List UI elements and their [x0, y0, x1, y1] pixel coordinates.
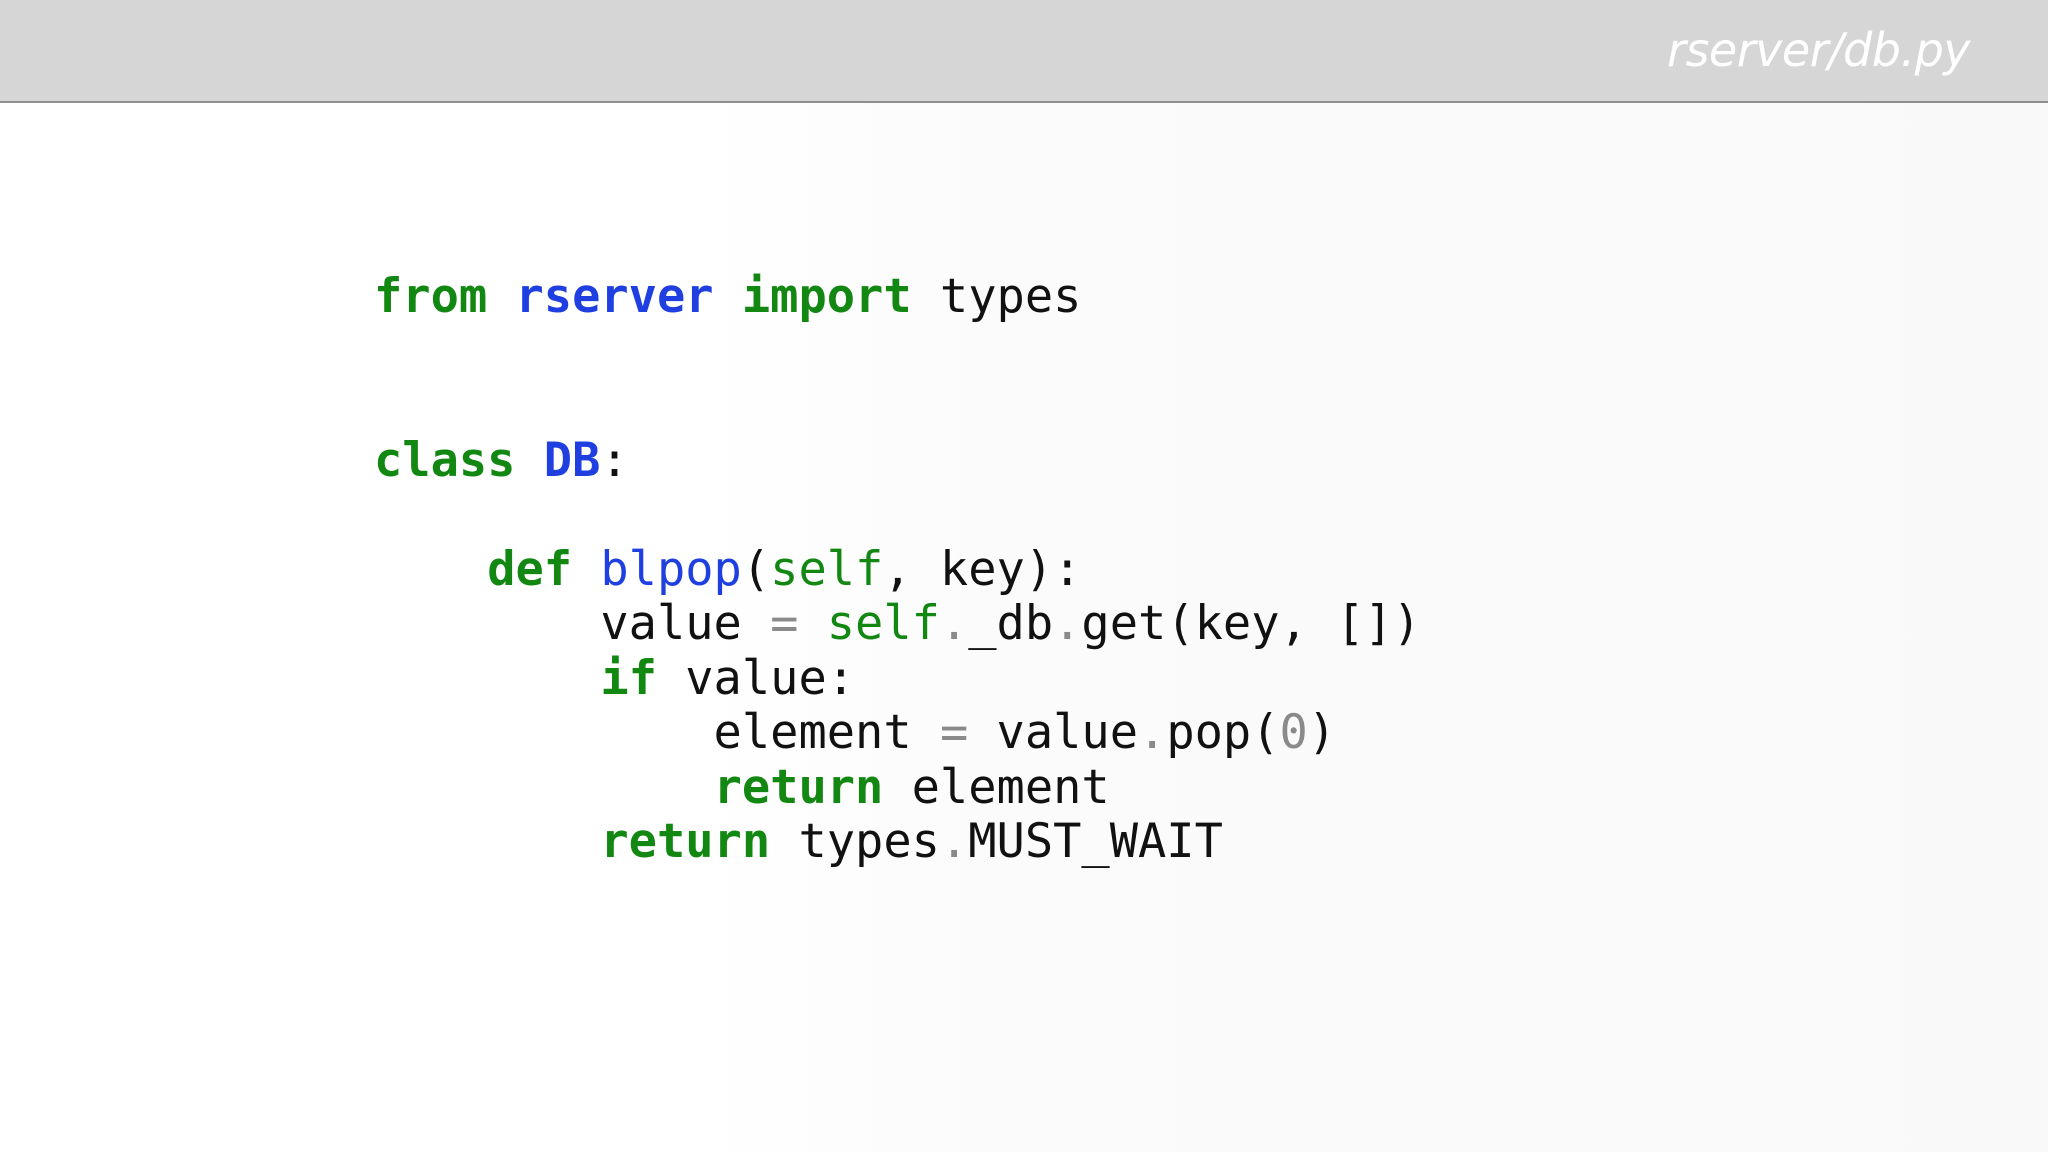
code-token: _db	[968, 596, 1054, 651]
code-token: .	[1138, 705, 1167, 760]
code-token: def	[487, 541, 573, 597]
code-token: (	[741, 541, 771, 597]
code-token: value	[374, 596, 771, 651]
code-token: self	[770, 541, 884, 597]
code-token: import	[741, 269, 912, 324]
code-token: class	[374, 432, 516, 488]
code-token: return	[713, 759, 884, 815]
code-token: element	[883, 759, 1110, 815]
code-line: return element	[374, 759, 1421, 816]
code-token: element	[374, 705, 940, 760]
code-token: .	[1053, 596, 1082, 651]
code-token: DB	[543, 432, 601, 488]
slide: rserver/db.py from rserver import types …	[0, 0, 2048, 1152]
code-token: , key):	[883, 541, 1082, 597]
code-token: 0	[1279, 705, 1308, 760]
slide-header-bar: rserver/db.py	[0, 0, 2048, 103]
code-token: )	[1307, 705, 1337, 760]
code-token: value:	[656, 650, 856, 706]
code-line: def blpop(self, key):	[374, 541, 1421, 598]
code-listing: from rserver import types class DB: def …	[374, 269, 1421, 870]
code-token: .	[939, 596, 969, 651]
code-token: =	[939, 705, 969, 760]
code-token: types	[911, 269, 1082, 324]
code-token: if	[600, 650, 657, 706]
code-line: from rserver import types	[374, 269, 1421, 325]
code-line: return types.MUST_WAIT	[374, 814, 1421, 870]
code-token: rserver	[515, 269, 714, 324]
code-token: self	[826, 596, 940, 651]
code-line: value = self._db.get(key, [])	[374, 596, 1421, 652]
code-token: =	[770, 596, 799, 651]
code-token: return	[600, 814, 771, 869]
file-path-title: rserver/db.py	[1667, 23, 1970, 77]
code-token: from	[374, 269, 488, 324]
code-token: value	[968, 705, 1139, 760]
code-token: :	[600, 432, 629, 488]
code-token: .	[939, 814, 969, 869]
code-token: get(key, [])	[1081, 596, 1421, 651]
code-token: blpop	[600, 541, 742, 597]
code-line: element = value.pop(0)	[374, 705, 1421, 761]
code-token: types	[770, 814, 940, 869]
code-token: MUST_WAIT	[968, 814, 1223, 869]
code-line: class DB:	[374, 432, 1421, 489]
code-line: if value:	[374, 650, 1421, 707]
code-token: pop(	[1166, 705, 1280, 760]
